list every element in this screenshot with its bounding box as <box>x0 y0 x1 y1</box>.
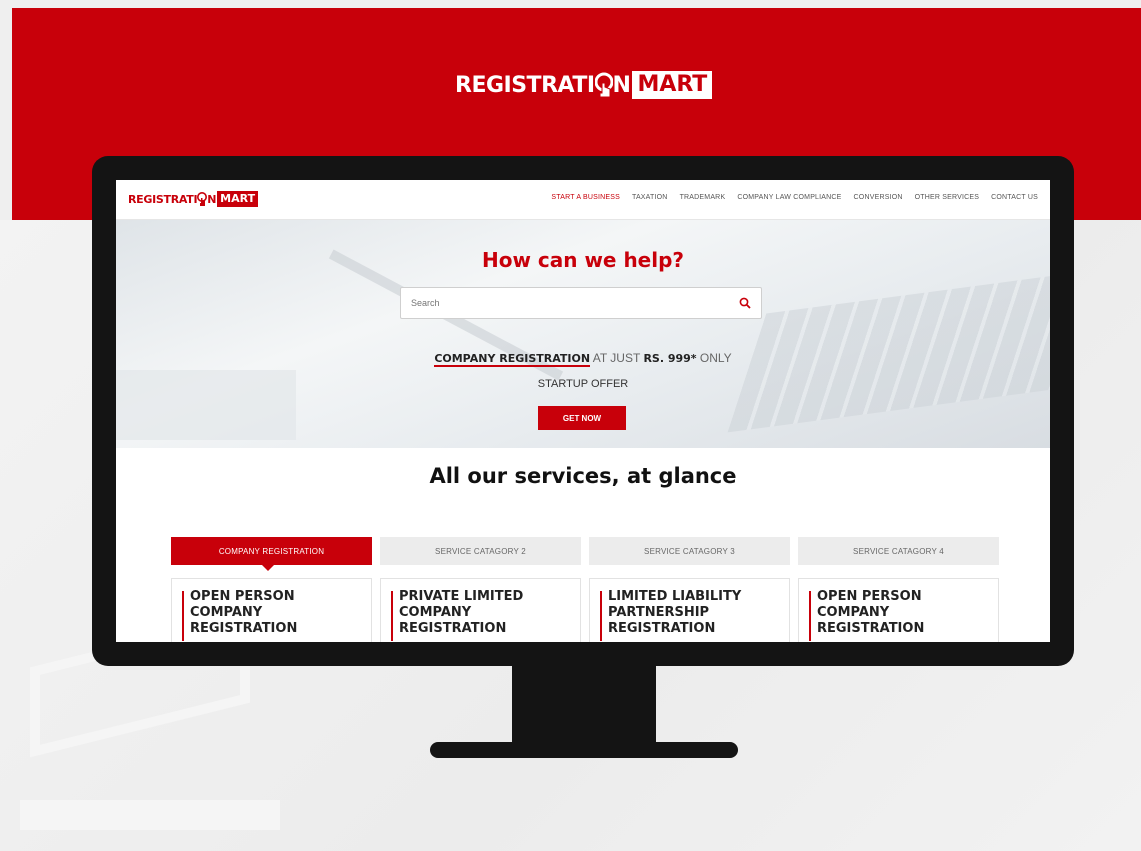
service-card[interactable]: OPEN PERSON COMPANY REGISTRATION <box>171 578 372 642</box>
hero-section: How can we help? COMPANY REGISTRATION AT… <box>116 220 1050 448</box>
tab-service-category-3[interactable]: SERVICE CATAGORY 3 <box>589 537 790 565</box>
card-title-line: PARTNERSHIP <box>608 605 710 620</box>
background-decoration <box>20 800 280 830</box>
site-header: REGISTRATI N MART START A BUSINESS TAXAT… <box>116 180 1050 220</box>
logo-text: N <box>612 72 631 98</box>
card-title-line: OPEN PERSON <box>817 589 922 604</box>
card-title-line: REGISTRATION <box>190 621 298 636</box>
tab-service-category-4[interactable]: SERVICE CATAGORY 4 <box>798 537 999 565</box>
card-title-line: OPEN PERSON <box>190 589 295 604</box>
nav-conversion[interactable]: CONVERSION <box>854 194 903 201</box>
nav-contact-us[interactable]: CONTACT US <box>991 194 1038 201</box>
nav-trademark[interactable]: TRADEMARK <box>680 194 726 201</box>
offer-price: RS. 999* <box>643 352 697 365</box>
card-title-line: COMPANY <box>817 605 890 620</box>
get-now-button[interactable]: GET NOW <box>538 406 626 430</box>
logo-text-o-hand <box>594 71 614 99</box>
card-title-line: REGISTRATION <box>399 621 507 636</box>
hand-cursor-icon <box>197 192 208 206</box>
card-title-line: REGISTRATION <box>608 621 716 636</box>
services-heading: All our services, at glance <box>429 464 737 488</box>
logo-badge: MART <box>217 191 259 207</box>
service-tabs: COMPANY REGISTRATION SERVICE CATAGORY 2 … <box>171 537 999 571</box>
site-logo[interactable]: REGISTRATI N MART <box>128 191 259 207</box>
logo-text: N <box>207 192 217 206</box>
offer-subtitle: STARTUP OFFER <box>537 378 629 390</box>
service-card[interactable]: OPEN PERSON COMPANY REGISTRATION <box>798 578 999 642</box>
banner-logo: REGISTRATI N MART <box>455 70 713 100</box>
service-card[interactable]: LIMITED LIABILITY PARTNERSHIP REGISTRATI… <box>589 578 790 642</box>
hand-cursor-icon <box>594 72 614 98</box>
monitor-frame: REGISTRATI N MART START A BUSINESS TAXAT… <box>92 156 1074 666</box>
nav-taxation[interactable]: TAXATION <box>632 194 668 201</box>
nav-company-law-compliance[interactable]: COMPANY LAW COMPLIANCE <box>737 194 841 201</box>
logo-text: REGISTRATI <box>128 192 198 206</box>
nav-start-a-business[interactable]: START A BUSINESS <box>551 194 620 201</box>
offer-service: COMPANY REGISTRATION <box>434 352 591 367</box>
website-screen: REGISTRATI N MART START A BUSINESS TAXAT… <box>116 180 1050 642</box>
card-title-line: LIMITED LIABILITY <box>608 589 742 604</box>
offer-suffix: ONLY <box>696 351 732 365</box>
offer-connector: AT JUST <box>590 351 644 365</box>
card-title-line: PRIVATE LIMITED <box>399 589 524 604</box>
main-nav: START A BUSINESS TAXATION TRADEMARK COMP… <box>551 194 1038 201</box>
search-icon[interactable] <box>739 297 751 309</box>
offer-text: COMPANY REGISTRATION AT JUST RS. 999* ON… <box>116 351 1050 367</box>
nav-other-services[interactable]: OTHER SERVICES <box>915 194 980 201</box>
card-title-line: REGISTRATION <box>817 621 925 636</box>
hero-title: How can we help? <box>481 248 685 272</box>
service-card[interactable]: PRIVATE LIMITED COMPANY REGISTRATION <box>380 578 581 642</box>
logo-badge: MART <box>632 71 713 99</box>
logo-text: REGISTRATI <box>455 72 595 98</box>
card-title-line: COMPANY <box>190 605 263 620</box>
monitor-stand-neck <box>512 662 656 746</box>
service-cards: OPEN PERSON COMPANY REGISTRATION PRIVATE… <box>171 578 999 642</box>
tab-company-registration[interactable]: COMPANY REGISTRATION <box>171 537 372 571</box>
tab-service-category-2[interactable]: SERVICE CATAGORY 2 <box>380 537 581 565</box>
hero-background-keyboard <box>727 267 1050 433</box>
monitor-stand-base <box>430 742 738 758</box>
search-bar <box>400 287 762 319</box>
search-input[interactable] <box>401 288 721 318</box>
card-title-line: COMPANY <box>399 605 472 620</box>
